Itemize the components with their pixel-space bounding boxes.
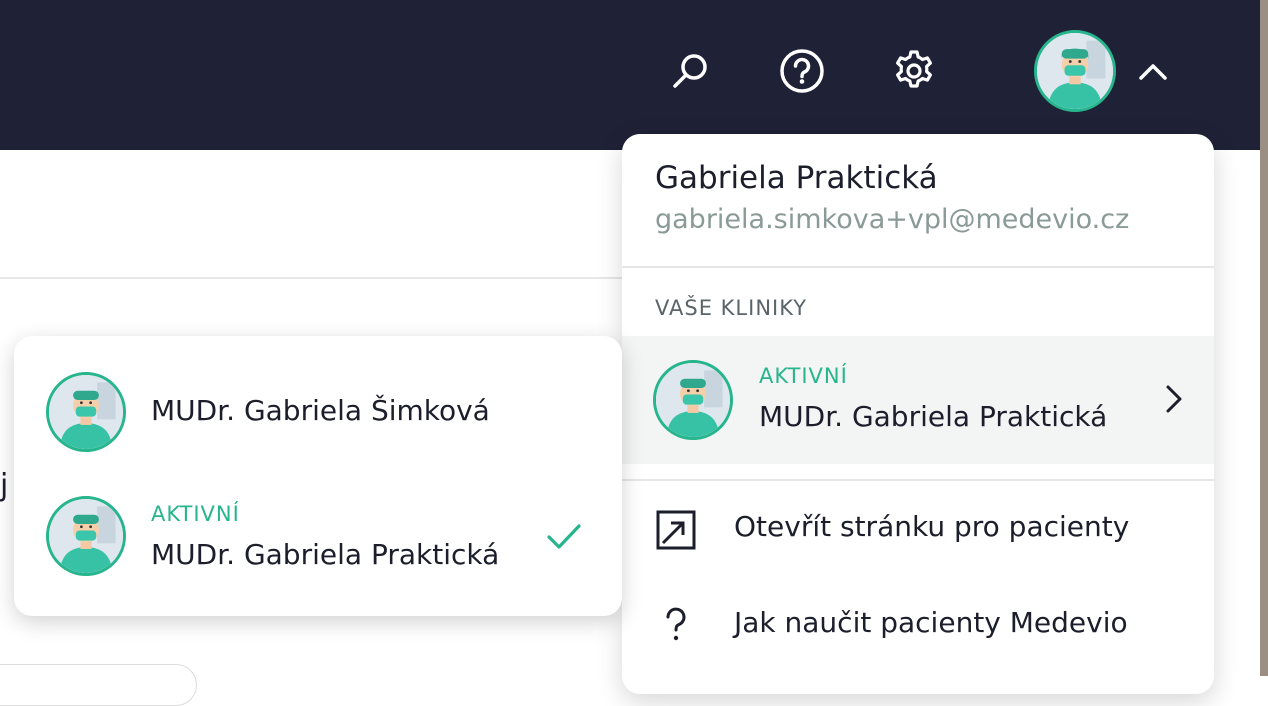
clinic-avatar (46, 496, 126, 576)
settings-button[interactable] (891, 48, 937, 94)
clinic-option-selected[interactable]: AKTIVNÍ MUDr. Gabriela Praktická (14, 476, 622, 596)
doctor-avatar-icon (49, 499, 123, 573)
chevron-up-icon[interactable] (1133, 52, 1173, 92)
help-circle-icon (780, 49, 824, 93)
clinic-status-badge: AKTIVNÍ (151, 502, 240, 526)
content-divider (0, 277, 630, 279)
clinics-heading: VAŠE KLINIKY (655, 296, 808, 320)
menu-item-label: Otevřít stránku pro pacienty (734, 510, 1130, 543)
doctor-avatar-icon (656, 363, 730, 437)
menu-divider (622, 479, 1214, 481)
clinic-avatar (46, 372, 126, 452)
search-icon (673, 54, 707, 88)
user-email: gabriela.simkova+vpl@medevio.cz (655, 204, 1130, 235)
doctor-avatar-icon (1037, 33, 1113, 109)
active-clinic-row[interactable]: AKTIVNÍ MUDr. Gabriela Praktická (622, 336, 1214, 464)
chevron-right-icon (1166, 385, 1182, 413)
help-button[interactable] (779, 48, 825, 94)
clinic-option[interactable]: MUDr. Gabriela Šimková (14, 352, 622, 472)
clinic-avatar (653, 360, 733, 440)
clinic-option-name: MUDr. Gabriela Šimková (151, 394, 490, 427)
doctor-avatar-icon (49, 375, 123, 449)
question-mark-icon (652, 602, 700, 650)
background-partial-text: j (0, 468, 9, 503)
user-avatar-button[interactable] (1034, 30, 1116, 112)
clinic-picker-popover: MUDr. Gabriela Šimková AKTIVNÍ MUDr. Gab… (14, 336, 622, 616)
teach-patients-item[interactable]: Jak naučit pacienty Medevio (622, 586, 1214, 666)
user-name: Gabriela Praktická (655, 160, 938, 196)
clinic-status-badge: AKTIVNÍ (759, 364, 848, 388)
user-menu-dropdown: Gabriela Praktická gabriela.simkova+vpl@… (622, 134, 1214, 694)
menu-item-label: Jak naučit pacienty Medevio (734, 606, 1128, 639)
external-link-icon (652, 506, 700, 554)
open-patient-page-item[interactable]: Otevřít stránku pro pacienty (622, 490, 1214, 570)
menu-divider (622, 266, 1214, 268)
checkmark-icon (547, 524, 581, 549)
gear-icon (896, 50, 932, 88)
background-pill-button (0, 664, 197, 706)
clinic-name: MUDr. Gabriela Praktická (759, 400, 1108, 433)
search-button[interactable] (668, 48, 714, 94)
clinic-option-name: MUDr. Gabriela Praktická (151, 538, 500, 571)
window-edge (1260, 0, 1268, 676)
